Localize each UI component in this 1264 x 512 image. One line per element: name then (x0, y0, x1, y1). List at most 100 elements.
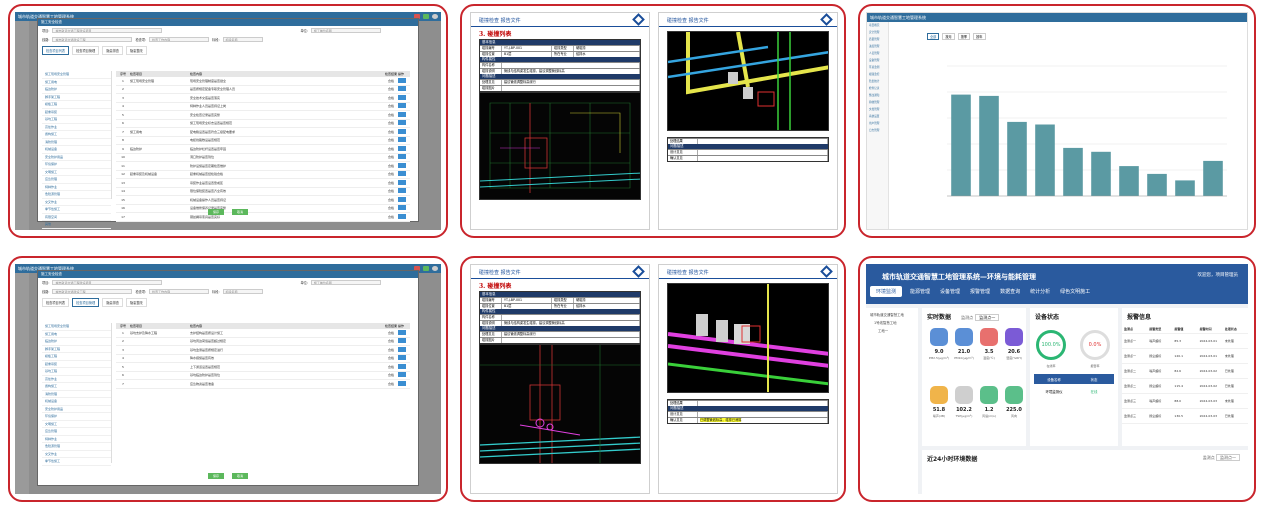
sidebar-item[interactable]: 用户管理 (867, 120, 888, 127)
row-edit-button[interactable] (398, 346, 406, 352)
alarm-row[interactable]: 监测点二 扬尘超标 115.4 2024-03-02 已处理 (1122, 379, 1248, 394)
sidebar-item[interactable]: 项目概况 (867, 22, 888, 29)
section-field[interactable]: 标段名称 (222, 289, 263, 294)
tree-item[interactable]: 应急管理 (42, 176, 111, 184)
section-field[interactable]: 标段名称 (222, 37, 263, 42)
alarm-row[interactable]: 监测点二 噪声超标 82.6 2024-03-02 已处理 (1122, 364, 1248, 379)
tree-item[interactable]: 环境保护 (42, 161, 111, 169)
sidebar-item[interactable]: 验收管理 (867, 99, 888, 106)
alarm-row[interactable]: 监测点一 噪声超标 85.3 2024-03-01 未处理 (1122, 334, 1248, 349)
tree-item[interactable]: 盾构施工 (42, 383, 111, 391)
unit-field[interactable]: 施工单位名称 (310, 28, 381, 33)
bar[interactable] (1147, 173, 1167, 196)
tree-item[interactable]: 危险源管理 (42, 443, 111, 451)
project-field[interactable]: 城市轨道交通工程建设项目 (52, 280, 163, 285)
tree-item[interactable]: 安全防护用品 (42, 154, 111, 161)
sidebar-item[interactable]: 环境监测 (867, 64, 888, 71)
sidebar-item[interactable]: 视频监控 (867, 71, 888, 78)
tree-item[interactable]: 安全防护用品 (42, 406, 111, 413)
check-field[interactable]: 检查工作内容 (149, 289, 210, 294)
tab-check-list[interactable]: 检查项目列表 (42, 46, 70, 55)
bar[interactable] (1063, 147, 1083, 196)
bar[interactable] (1175, 180, 1195, 196)
row-edit-button[interactable] (398, 372, 406, 378)
tree-item[interactable]: 起重吊装 (42, 361, 111, 368)
sidebar-item[interactable]: 系统设置 (867, 113, 888, 120)
row-edit-button[interactable] (398, 171, 406, 177)
tree-site[interactable]: 工地一 (870, 328, 914, 333)
alarm-row[interactable]: 监测点一 扬尘超标 120.1 2024-03-01 未处理 (1122, 349, 1248, 364)
row-edit-button[interactable] (398, 77, 406, 83)
tree-item[interactable]: 特种作业 (42, 184, 111, 191)
sidebar-item[interactable]: 隐患统计 (867, 78, 888, 85)
tree-line[interactable]: 1号线智慧工地 (870, 320, 914, 325)
row-edit-button[interactable] (398, 179, 406, 185)
row-edit-button[interactable] (398, 338, 406, 344)
tree-item[interactable]: 施工用电 (42, 331, 111, 338)
tree-item[interactable]: 施工现场安全管理 (42, 323, 111, 331)
tab-hazard-check[interactable]: 隐患排查 (102, 46, 123, 55)
row-edit-button[interactable] (398, 86, 406, 92)
tree-item[interactable]: 环境保护 (42, 413, 111, 421)
tree-item[interactable]: 消防管理 (42, 391, 111, 398)
nav-environment[interactable]: 环境监测 (870, 286, 903, 297)
row-edit-button[interactable] (398, 380, 406, 386)
tab-month[interactable]: 按月 (942, 33, 955, 40)
sidebar-item[interactable]: 设备管理 (867, 57, 888, 64)
message-icon[interactable] (423, 14, 429, 19)
tree-item[interactable]: 基坑工程 (42, 368, 111, 376)
avatar[interactable] (432, 266, 438, 271)
tab-all[interactable]: 全部 (927, 33, 940, 40)
tab-check-manage[interactable]: 检查项目管理 (72, 46, 100, 55)
tree-item[interactable]: 文明施工 (42, 169, 111, 176)
row-edit-button[interactable] (398, 188, 406, 194)
tab-check-manage[interactable]: 检查项目管理 (72, 298, 100, 307)
tab-hazard-check[interactable]: 隐患排查 (102, 298, 123, 307)
tree-item[interactable]: 危险源管理 (42, 191, 111, 199)
row-edit-button[interactable] (398, 162, 406, 168)
sidebar-item[interactable]: 文档管理 (867, 106, 888, 113)
tree-item[interactable]: 特种作业 (42, 436, 111, 443)
trend-point-select[interactable]: 监测点一 (1216, 454, 1240, 461)
alarm-row[interactable]: 监测点三 噪声超标 88.0 2024-03-03 未处理 (1122, 394, 1248, 409)
line-field[interactable]: 城市轨道交通建设工程 (52, 37, 133, 42)
tree-root[interactable]: 城市轨道交通智慧工地 (870, 312, 914, 317)
row-edit-button[interactable] (398, 94, 406, 100)
save-button[interactable]: 保存 (208, 473, 224, 479)
bar[interactable] (1119, 166, 1139, 196)
nav-query[interactable]: 数据查询 (998, 286, 1022, 297)
bar[interactable] (1203, 160, 1223, 196)
tree-item[interactable]: 盾构施工 (42, 131, 111, 139)
sidebar-item[interactable]: 质量管理 (867, 36, 888, 43)
tree-item[interactable]: 施工现场安全管理 (42, 71, 111, 79)
bar[interactable] (1091, 151, 1111, 196)
tree-item[interactable]: 模板工程 (42, 101, 111, 109)
bar[interactable] (979, 95, 999, 196)
user-menu[interactable]: 欢迎您，项目管理员 (1198, 272, 1239, 278)
row-edit-button[interactable] (398, 103, 406, 109)
tree-item[interactable]: 起重吊装 (42, 109, 111, 116)
tab-hazard-fix[interactable]: 隐患整改 (126, 298, 147, 307)
sidebar-item[interactable]: 整改通知 (867, 92, 888, 99)
tree-item[interactable]: 文明施工 (42, 421, 111, 428)
tab-check-list[interactable]: 检查项目列表 (42, 298, 70, 307)
alarm-row[interactable]: 监测点三 扬尘超标 130.5 2024-03-03 已处理 (1122, 409, 1248, 424)
nav-alarm[interactable]: 报警管理 (968, 286, 992, 297)
nav-green[interactable]: 绿色文明施工 (1058, 286, 1092, 297)
row-edit-button[interactable] (398, 128, 406, 134)
tree-item[interactable]: 季节性施工 (42, 458, 111, 466)
bar[interactable] (1007, 121, 1027, 196)
tree-item[interactable]: 机械设备 (42, 398, 111, 406)
tree-item[interactable]: 基坑工程 (42, 116, 111, 124)
tree-item[interactable]: 脚手架工程 (42, 94, 111, 101)
tree-item[interactable]: 临边防护 (42, 338, 111, 346)
tree-item[interactable]: 脚手架工程 (42, 346, 111, 353)
tree-item[interactable]: 临边防护 (42, 86, 111, 94)
tab-year[interactable]: 按年 (973, 33, 986, 40)
nav-stats[interactable]: 统计分析 (1028, 286, 1052, 297)
project-field[interactable]: 城市轨道交通工程建设项目 (52, 28, 163, 33)
unit-field[interactable]: 施工单位名称 (310, 280, 381, 285)
tree-item[interactable]: 模板工程 (42, 353, 111, 361)
tree-item[interactable]: 高处作业 (42, 124, 111, 131)
cancel-button[interactable]: 取消 (232, 473, 248, 479)
